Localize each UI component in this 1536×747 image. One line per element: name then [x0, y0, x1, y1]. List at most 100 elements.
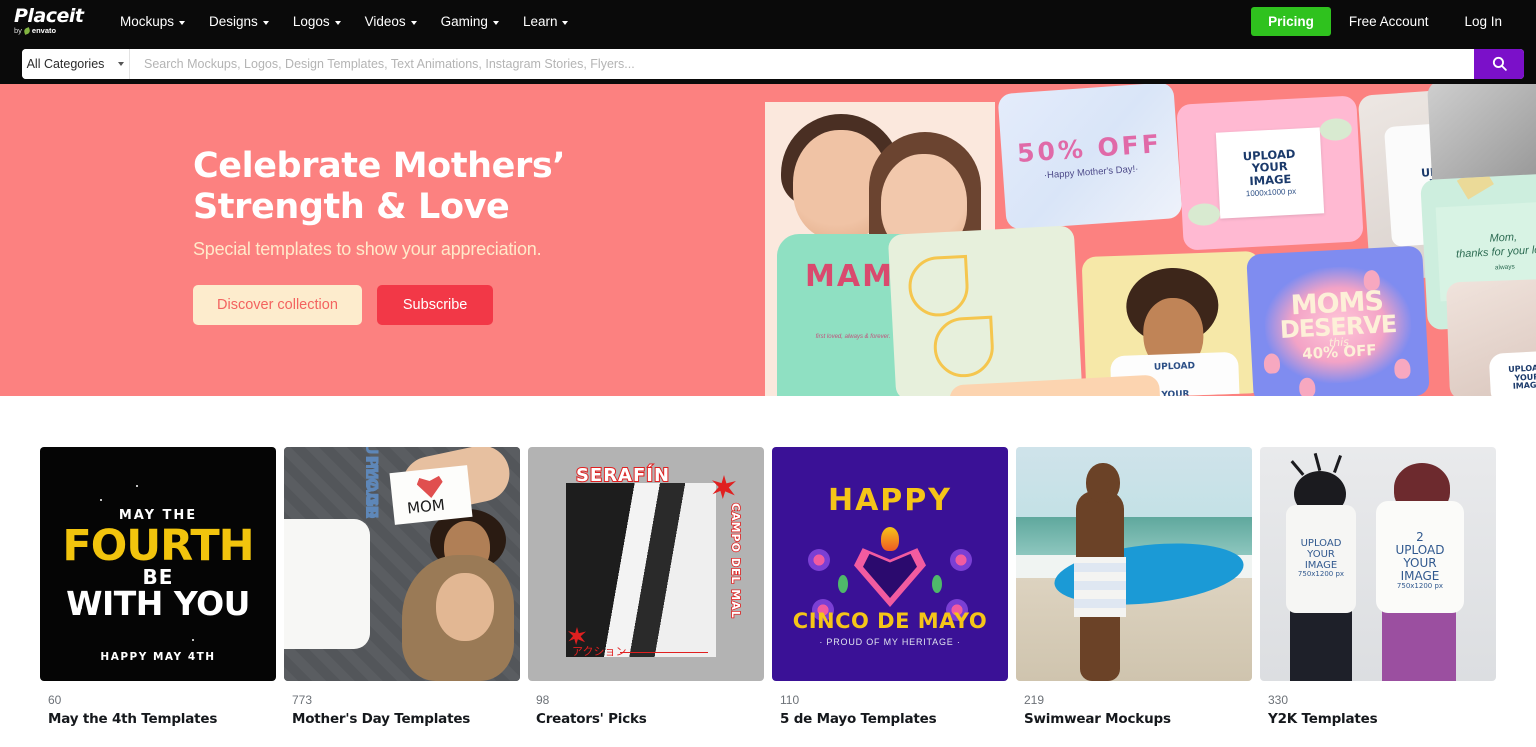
- card-thumbnail-cinco-de-mayo[interactable]: HAPPY CINCO DE MAYO · PROUD OF MY HERITA…: [772, 447, 1008, 681]
- card-meta: 110 5 de Mayo Templates: [772, 681, 1008, 727]
- card-thumbnail-y2k[interactable]: UPLOAD YOUR IMAGE 750x1200 px 2 UPLOAD Y…: [1260, 447, 1496, 681]
- card-title: Creators' Picks: [536, 711, 647, 727]
- card-count: 60: [48, 693, 62, 707]
- chevron-down-icon: [118, 61, 125, 66]
- flower-decoration-icon: [1187, 202, 1221, 227]
- nav-item-videos[interactable]: Videos: [353, 8, 429, 35]
- nav-item-label: Logos: [292, 14, 330, 29]
- chevron-down-icon: [179, 20, 186, 25]
- upload-size-label: 750x1200 px: [1396, 581, 1444, 590]
- collage-upload-tile-1[interactable]: UPLOAD YOUR IMAGE 1000x1000 px: [1176, 95, 1364, 251]
- flower-outline-icon: [907, 254, 971, 318]
- category-card[interactable]: MAY THE FOURTH BE WITH YOU HAPPY MAY 4TH…: [40, 447, 276, 727]
- collage-moms-deserve-tile[interactable]: MOMS DESERVE this 40% OFF: [1246, 245, 1430, 396]
- category-card-grid: MAY THE FOURTH BE WITH YOU HAPPY MAY 4TH…: [0, 396, 1536, 747]
- hero-actions: Discover collection Subscribe: [193, 285, 793, 325]
- art-line-4: WITH YOU: [66, 584, 250, 623]
- nav-item-label: Designs: [209, 14, 258, 29]
- category-card[interactable]: UPLOAD YOUR IMAGE 750x1200 px 2 UPLOAD Y…: [1260, 447, 1496, 727]
- chevron-down-icon: [262, 20, 269, 25]
- search-icon: [1492, 56, 1507, 71]
- card-thumbnail-mothers-day[interactable]: UPLOAD YOUR IMAGE MOM: [284, 447, 520, 681]
- discover-collection-button[interactable]: Discover collection: [193, 285, 362, 325]
- nav-item-designs[interactable]: Designs: [197, 8, 281, 35]
- art-line-2: FOURTH: [62, 521, 254, 571]
- card-title: Mother's Day Templates: [292, 711, 471, 727]
- card-meta: 219 Swimwear Mockups: [1016, 681, 1252, 727]
- nav-item-learn[interactable]: Learn: [511, 8, 581, 35]
- nav-item-label: Videos: [364, 14, 406, 29]
- category-card[interactable]: HAPPY CINCO DE MAYO · PROUD OF MY HERITA…: [772, 447, 1008, 727]
- hero-banner: Celebrate Mothers’ Strength & Love Speci…: [0, 84, 1536, 396]
- upload-line-1: UPLOAD: [1153, 361, 1196, 373]
- subscribe-button[interactable]: Subscribe: [376, 285, 494, 325]
- pricing-button[interactable]: Pricing: [1251, 7, 1331, 36]
- spike-icon: [1313, 452, 1322, 472]
- mom-card-note: MOM: [389, 465, 473, 525]
- model-1-pants: [1290, 607, 1352, 681]
- model-legs: [1080, 615, 1120, 681]
- collage-discount-tile[interactable]: 50% OFF ·Happy Mother's Day!·: [997, 84, 1183, 230]
- model-1-upload-text: UPLOAD YOUR IMAGE 750x1200 px: [1286, 538, 1356, 579]
- hero-title: Celebrate Mothers’ Strength & Love: [193, 146, 793, 228]
- log-in-link[interactable]: Log In: [1446, 7, 1520, 36]
- brand-name: Placeit: [14, 4, 84, 27]
- card-meta: 98 Creators' Picks: [528, 681, 764, 727]
- flower-icon: [808, 549, 830, 571]
- category-card[interactable]: SERAFÍN CAMPO DEL MAL アクション 98 Creators'…: [528, 447, 764, 727]
- hero-copy-block: Celebrate Mothers’ Strength & Love Speci…: [193, 146, 793, 325]
- chevron-down-icon: [562, 20, 569, 25]
- search-submit-button[interactable]: [1474, 48, 1524, 79]
- cinco-line-3: · PROUD OF MY HERITAGE ·: [819, 637, 961, 647]
- upload-line-1: UPLOAD: [1395, 542, 1445, 557]
- search-input[interactable]: [130, 48, 1474, 79]
- upload-line-2: YOUR: [1403, 555, 1437, 570]
- placeit-logo[interactable]: Placeit by envato: [14, 4, 92, 37]
- upload-number-label: 2: [1416, 530, 1424, 544]
- flower-icon: [950, 549, 972, 571]
- card-meta: 330 Y2K Templates: [1260, 681, 1496, 727]
- hero-collage: MAMA first loved, always & forever. 50% …: [760, 84, 1536, 396]
- collage-upload-tile-3[interactable]: UPLOAD YOUR IMAGE: [1488, 350, 1536, 396]
- top-navigation-bar: Placeit by envato Mockups Designs Logos …: [0, 0, 1536, 43]
- card-thumbnail-may-the-4th[interactable]: MAY THE FOURTH BE WITH YOU HAPPY MAY 4TH: [40, 447, 276, 681]
- upload-line-2: YOUR: [1307, 548, 1335, 560]
- category-dropdown[interactable]: All Categories: [22, 48, 130, 79]
- nav-item-gaming[interactable]: Gaming: [429, 8, 511, 35]
- card-thumbnail-swimwear[interactable]: [1016, 447, 1252, 681]
- collage-model-tile[interactable]: UPLOAD YOUR IMAGE: [1081, 250, 1265, 396]
- card-count: 110: [780, 693, 800, 707]
- mama-shirt-text: MAMA: [805, 259, 920, 294]
- note-line-3: always: [1494, 262, 1515, 271]
- card-count: 98: [536, 693, 550, 707]
- category-card[interactable]: 219 Swimwear Mockups: [1016, 447, 1252, 727]
- nav-item-label: Learn: [522, 14, 558, 29]
- chevron-down-icon: [492, 20, 499, 25]
- mother-face: [436, 573, 494, 641]
- flower-outline-icon: [932, 315, 996, 379]
- search-bar-row: All Categories: [0, 43, 1536, 84]
- chevron-down-icon: [334, 20, 341, 25]
- anime-artwork-panel: [566, 483, 716, 657]
- model-2-upload-text: 2 UPLOAD YOUR IMAGE 750x1200 px: [1376, 531, 1464, 590]
- card-title: May the 4th Templates: [48, 711, 218, 727]
- primary-nav-links: Mockups Designs Logos Videos Gaming Lear…: [108, 8, 580, 35]
- nav-item-label: Mockups: [120, 14, 175, 29]
- hero-title-line-1: Celebrate Mothers’: [193, 146, 566, 186]
- collage-botanical-tile[interactable]: [887, 225, 1083, 396]
- spike-icon: [1333, 455, 1342, 473]
- model-head: [1086, 463, 1120, 503]
- nav-item-logos[interactable]: Logos: [281, 8, 353, 35]
- swim-shorts-mockup: [1074, 557, 1126, 617]
- nav-item-mockups[interactable]: Mockups: [108, 8, 197, 35]
- free-account-link[interactable]: Free Account: [1331, 7, 1447, 36]
- category-card[interactable]: UPLOAD YOUR IMAGE MOM 773 Mother's Day T…: [284, 447, 520, 727]
- rule-decoration: [620, 651, 708, 653]
- tulip-icon: [1263, 353, 1281, 374]
- card-thumbnail-creators-picks[interactable]: SERAFÍN CAMPO DEL MAL アクション: [528, 447, 764, 681]
- brand-byline: by envato: [14, 25, 57, 35]
- may-4th-artwork: MAY THE FOURTH BE WITH YOU HAPPY MAY 4TH: [40, 447, 276, 681]
- search-container: All Categories: [22, 48, 1524, 79]
- upload-placeholder-lines: UPLOAD YOUR IMAGE: [1242, 147, 1296, 188]
- anime-side-text: CAMPO DEL MAL: [728, 502, 743, 619]
